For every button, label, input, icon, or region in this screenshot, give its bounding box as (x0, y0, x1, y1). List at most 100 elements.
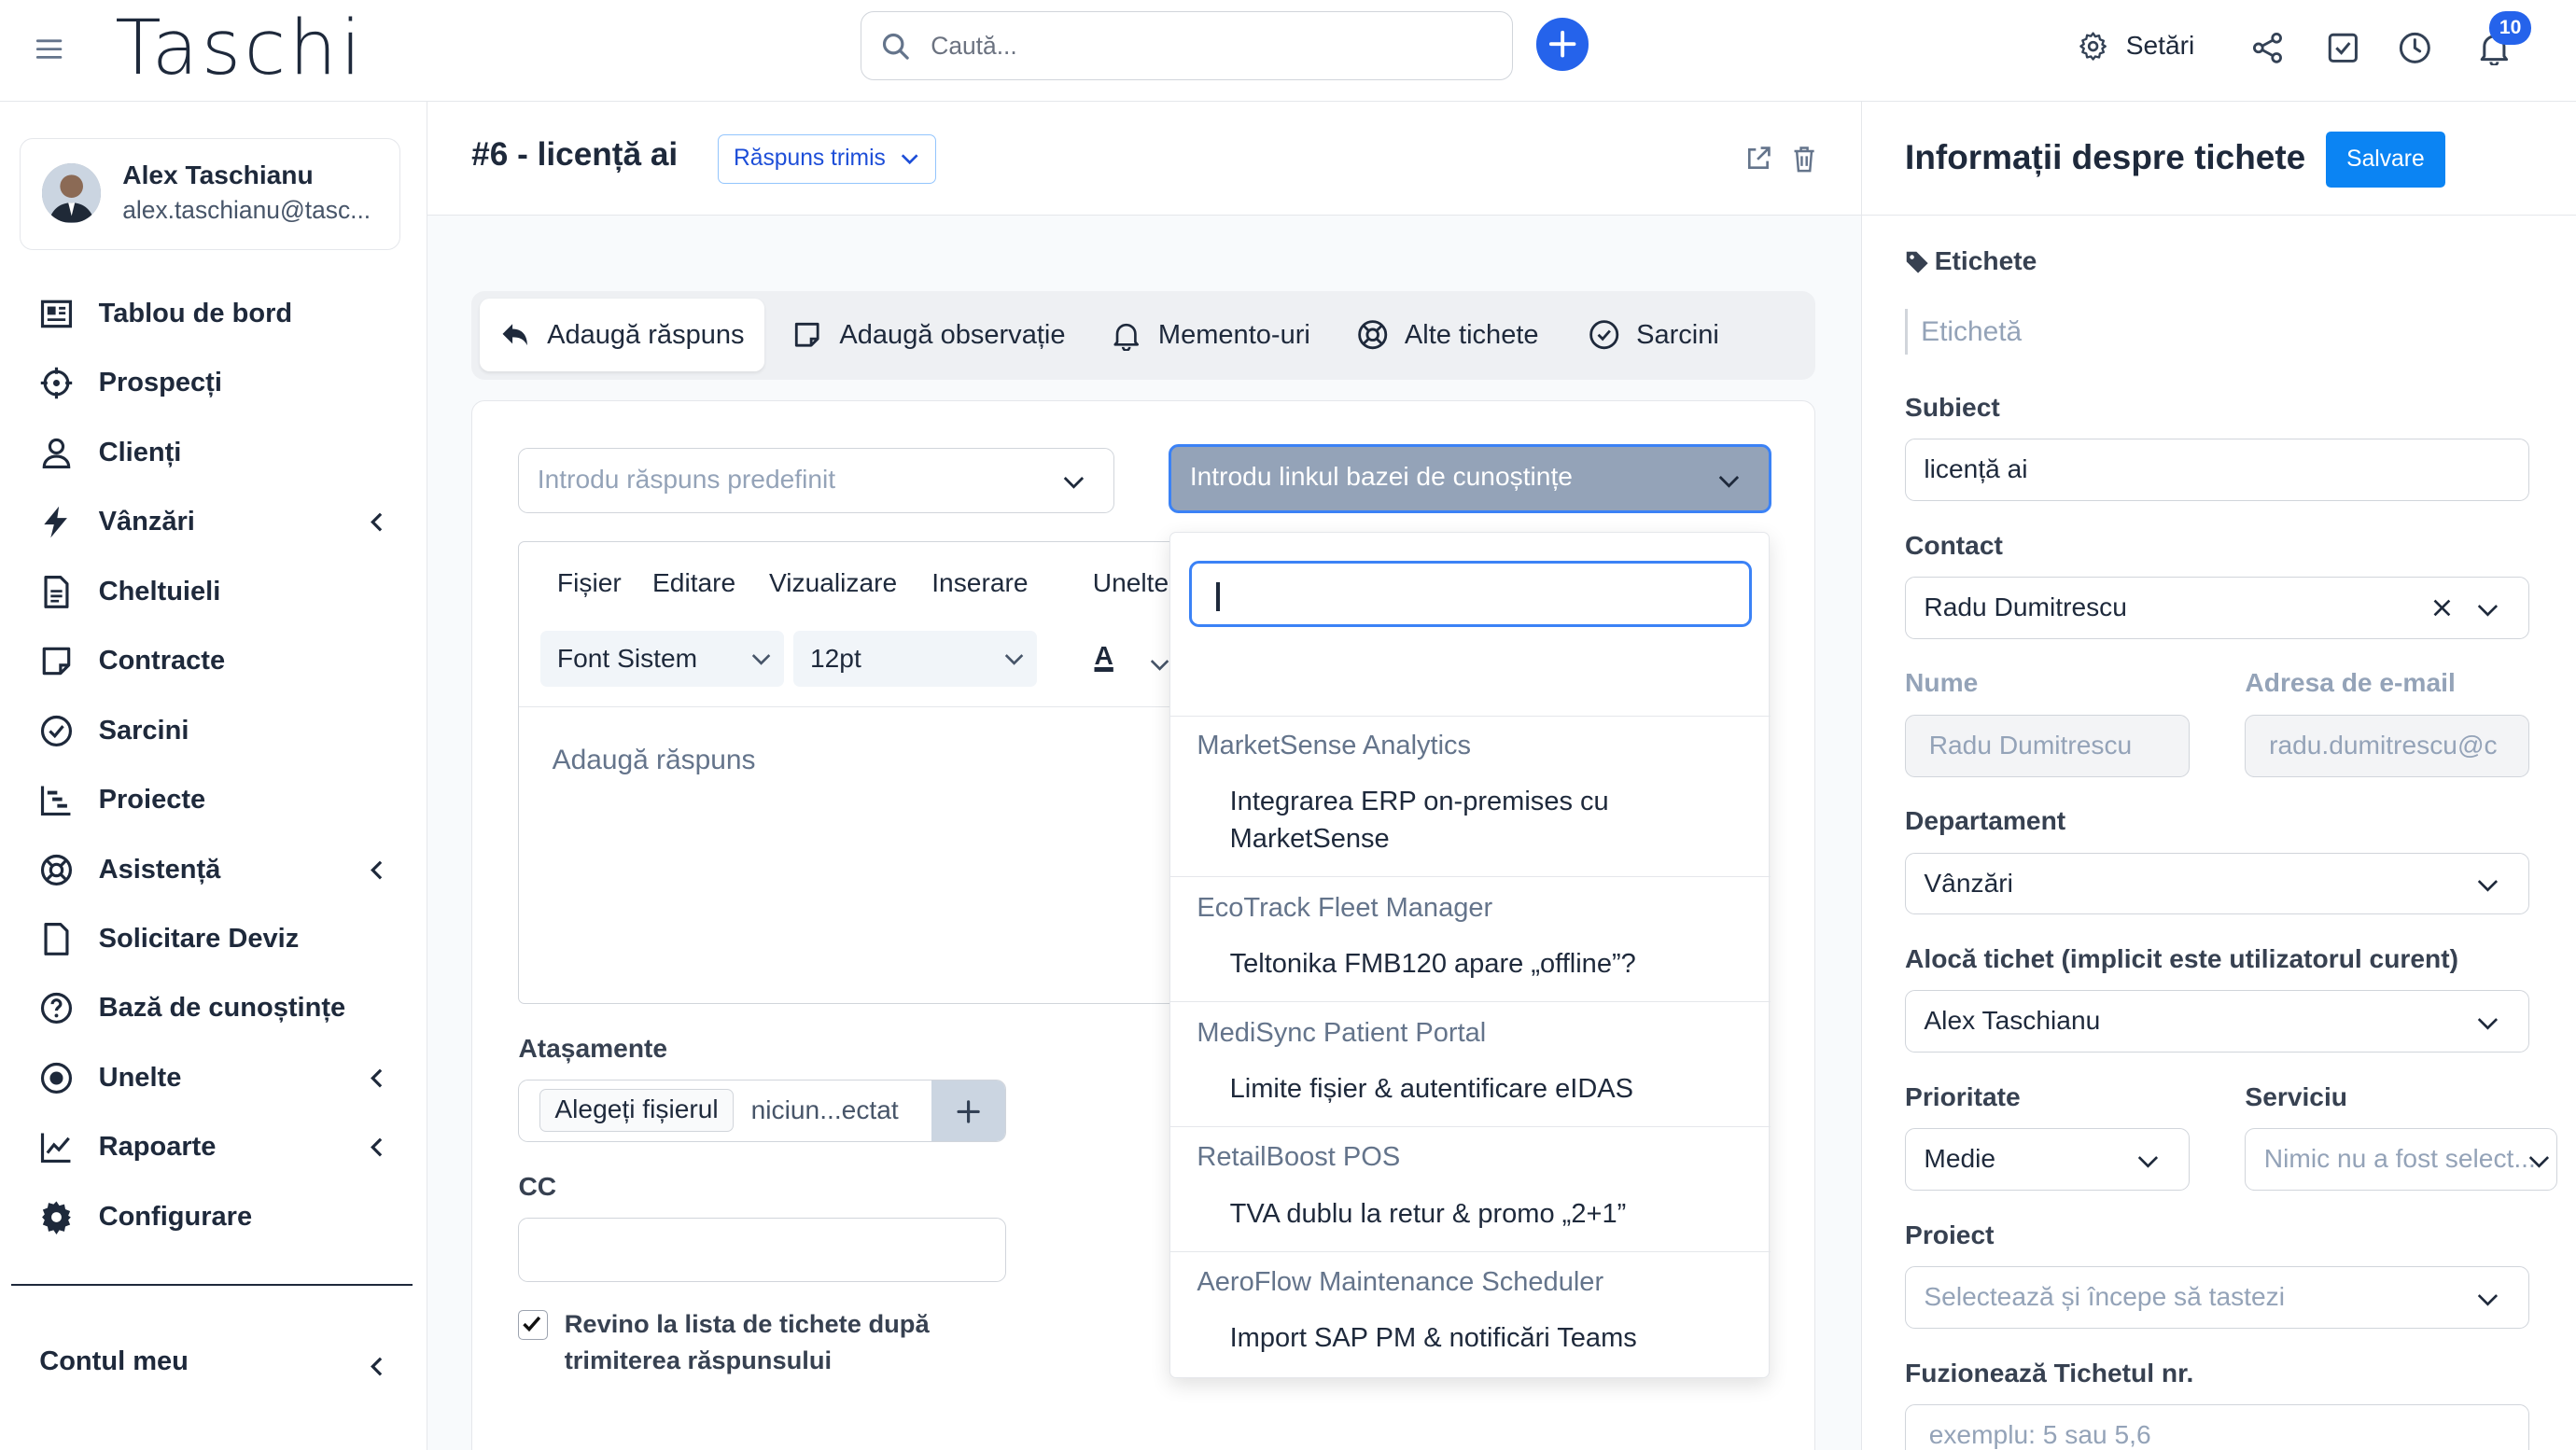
sidebar-item-tools[interactable]: Unelte (0, 1043, 427, 1112)
sidebar-item-configuration[interactable]: Configurare (0, 1182, 427, 1251)
sidebar-item-sales[interactable]: Vânzări (0, 488, 427, 557)
department-label: Departament (1905, 806, 2066, 836)
editor-menu-edit[interactable]: Editare (652, 568, 735, 598)
subject-input[interactable]: licență ai (1905, 438, 2529, 501)
kb-option[interactable]: TVA dublu la retur & promo „2+1” (1230, 1195, 1740, 1233)
dropdown-divider (1170, 1000, 1771, 1002)
user-icon (39, 436, 74, 470)
merge-ticket-input[interactable]: exemplu: 5 sau 5,6 (1905, 1403, 2529, 1450)
settings-button[interactable]: Setări (2077, 30, 2194, 63)
kb-search-input[interactable] (1188, 561, 1753, 627)
contact-select[interactable]: Radu Dumitrescu (1905, 576, 2529, 639)
kb-option[interactable]: Teltonika FMB120 apare „offline”? (1230, 945, 1740, 983)
sidebar-item-expenses[interactable]: Cheltuieli (0, 557, 427, 626)
tab-label: Memento-uri (1157, 319, 1310, 350)
kb-option[interactable]: Integrarea ERP on-premises cu MarketSens… (1230, 783, 1740, 858)
tab-add-reply[interactable]: Adaugă răspuns (479, 299, 764, 371)
tab-other-tickets[interactable]: Alte tichete (1337, 299, 1559, 370)
external-link-icon[interactable] (1744, 145, 1772, 173)
ticket-info-title: Informații despre tichete (1905, 137, 2306, 176)
priority-select[interactable]: Medie (1905, 1128, 2190, 1192)
hamburger-menu-icon[interactable] (33, 33, 65, 65)
sidebar-item-label: Contracte (98, 646, 226, 676)
kb-option[interactable]: Import SAP PM & notificări Teams (1230, 1319, 1740, 1357)
contact-label: Contact (1905, 530, 2003, 560)
chevron-down-icon (2528, 1150, 2550, 1172)
sidebar-item-knowledge-base[interactable]: Bază de cunoștințe (0, 974, 427, 1043)
cc-input[interactable] (518, 1218, 1007, 1282)
status-dropdown[interactable]: Răspuns trimis (718, 134, 936, 185)
editor-menu-view[interactable]: Vizualizare (769, 568, 897, 598)
attachment-file-input[interactable]: Alegeți fișierul niciun...ectat (518, 1080, 1007, 1143)
user-card[interactable]: Alex Taschianu alex.taschianu@tasc... (20, 137, 401, 250)
tags-input[interactable]: Etichetă (1905, 308, 2529, 356)
service-label: Serviciu (2245, 1081, 2347, 1111)
sidebar-item-quote-request[interactable]: Solicitare Deviz (0, 904, 427, 973)
service-select[interactable]: Nimic nu a fost select... (2245, 1128, 2557, 1192)
dropdown-divider (1170, 876, 1771, 877)
save-button[interactable]: Salvare (2325, 131, 2446, 188)
tag-icon (1905, 250, 1929, 274)
assign-select[interactable]: Alex Taschianu (1905, 990, 2529, 1053)
sidebar-item-projects[interactable]: Proiecte (0, 765, 427, 834)
sidebar-nav: Tablou de bord Prospecți Clienți Vânzări… (0, 279, 427, 1251)
chevron-down-icon (2477, 599, 2499, 620)
tab-add-note[interactable]: Adaugă observație (772, 299, 1085, 370)
sidebar-item-clients[interactable]: Clienți (0, 418, 427, 487)
predefined-reply-select[interactable]: Introdu răspuns predefinit (518, 447, 1115, 514)
sidebar-item-dashboard[interactable]: Tablou de bord (0, 279, 427, 348)
task-checkbox-icon[interactable] (2325, 30, 2361, 66)
knowledge-base-link-select[interactable]: Introdu linkul bazei de cunoștințe (1169, 444, 1772, 514)
contact-value: Radu Dumitrescu (1924, 592, 2127, 621)
subject-label: Subiect (1905, 392, 2000, 422)
kb-group-label: MediSync Patient Portal (1197, 1017, 1487, 1048)
clear-icon[interactable] (2431, 597, 2453, 619)
sidebar-item-contracts[interactable]: Contracte (0, 626, 427, 695)
quick-create-button[interactable] (1535, 18, 1589, 71)
tab-tasks[interactable]: Sarcini (1569, 299, 1739, 370)
editor-menu-tools[interactable]: Unelte (1093, 568, 1169, 598)
font-family-select[interactable]: Font Sistem (540, 631, 784, 687)
project-select[interactable]: Selectează și începe să tastezi (1905, 1266, 2529, 1329)
kb-option[interactable]: Limite fișier & autentificare eIDAS (1230, 1070, 1740, 1108)
return-to-list-label[interactable]: Revino la lista de tichete după trimiter… (565, 1306, 975, 1378)
editor-menu-file[interactable]: Fișier (557, 568, 622, 598)
dot-circle-icon (39, 1061, 74, 1095)
editor-menu-insert[interactable]: Inserare (931, 568, 1028, 598)
chevron-down-icon[interactable] (1150, 654, 1169, 674)
text-color-button[interactable]: A (1095, 641, 1113, 671)
font-size-select[interactable]: 12pt (793, 631, 1037, 687)
sidebar-item-reports[interactable]: Rapoarte (0, 1113, 427, 1182)
search-input[interactable]: Caută... (861, 11, 1514, 81)
clock-icon[interactable] (2397, 30, 2433, 66)
editor-content[interactable]: Adaugă răspuns (553, 745, 756, 776)
tab-reminders[interactable]: Memento-uri (1091, 299, 1330, 370)
chevron-left-icon (368, 1137, 387, 1157)
reply-icon (499, 319, 530, 350)
share-icon[interactable] (2250, 30, 2287, 66)
sidebar-item-tasks[interactable]: Sarcini (0, 696, 427, 765)
user-name: Alex Taschianu (122, 160, 314, 189)
dropdown-divider (1170, 1125, 1771, 1127)
trash-icon[interactable] (1791, 145, 1817, 173)
notification-badge: 10 (2488, 11, 2532, 45)
priority-label: Prioritate (1905, 1081, 2021, 1111)
gantt-icon (39, 783, 74, 817)
tab-label: Adaugă răspuns (547, 319, 745, 350)
knowledge-base-dropdown: MarketSense Analytics Integrarea ERP on-… (1169, 532, 1771, 1378)
return-to-list-checkbox[interactable] (518, 1309, 549, 1340)
add-attachment-button[interactable] (931, 1081, 1006, 1142)
app-logo[interactable]: Taschi (115, 6, 364, 92)
sidebar-item-label: Rapoarte (98, 1132, 217, 1163)
kb-group-label: AeroFlow Maintenance Scheduler (1197, 1267, 1604, 1298)
sidebar-item-label: Proiecte (98, 785, 206, 816)
choose-file-button[interactable]: Alegeți fișierul (539, 1089, 735, 1132)
department-select[interactable]: Vânzări (1905, 852, 2529, 915)
chevron-down-icon (2477, 1012, 2499, 1034)
attachments-label: Atașamente (518, 1034, 668, 1064)
user-email: alex.taschianu@tasc... (122, 196, 371, 225)
sidebar-item-support[interactable]: Asistență (0, 835, 427, 904)
page-title: #6 - licență ai (471, 136, 679, 174)
my-account-menu[interactable]: Contul meu (39, 1346, 189, 1377)
sidebar-item-prospects[interactable]: Prospecți (0, 349, 427, 418)
